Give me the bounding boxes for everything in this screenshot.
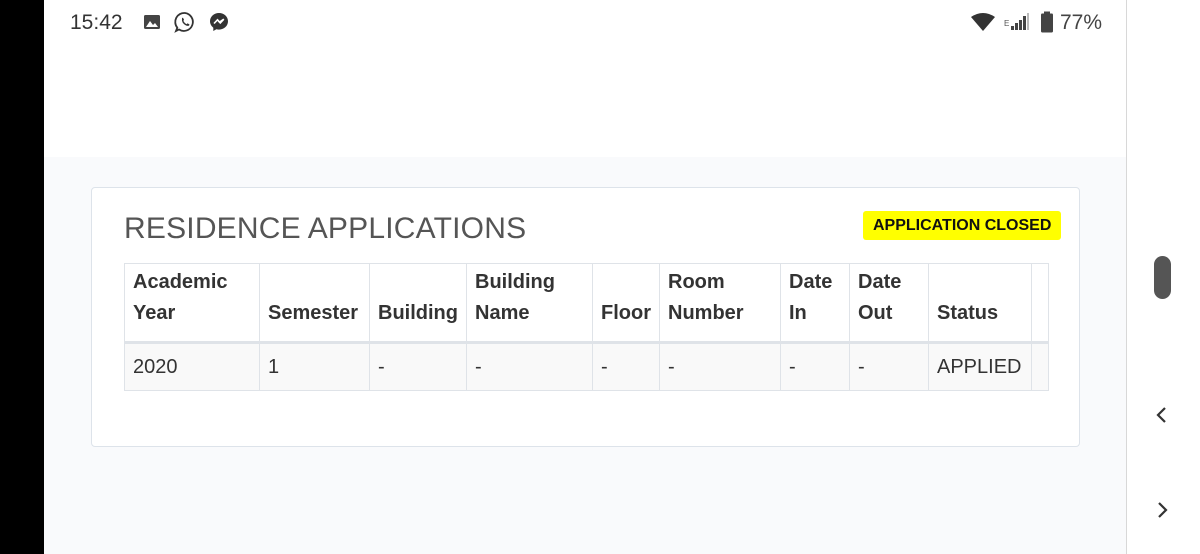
table-row: 2020 1 - - - - - - APPLIED xyxy=(124,342,1049,391)
column-header-building-name[interactable]: Building Name xyxy=(466,263,593,343)
cell-semester: 1 xyxy=(259,342,370,391)
card-title: RESIDENCE APPLICATIONS xyxy=(124,212,527,245)
cell-building: - xyxy=(369,342,467,391)
application-status-badge: APPLICATION CLOSED xyxy=(863,211,1062,240)
cell-extra xyxy=(1031,342,1049,391)
cell-status: APPLIED xyxy=(928,342,1032,391)
table-header-row: Academic Year Semester Building Building… xyxy=(124,263,1049,343)
residence-applications-card: RESIDENCE APPLICATIONS APPLICATION CLOSE… xyxy=(91,187,1080,447)
messenger-icon xyxy=(210,13,228,31)
cell-date-in: - xyxy=(780,342,850,391)
column-header-status[interactable]: Status xyxy=(928,263,1032,343)
clock: 15:42 xyxy=(70,11,123,34)
column-header-date-out[interactable]: Date Out xyxy=(849,263,929,343)
forward-chevron-icon[interactable] xyxy=(1150,498,1174,522)
battery-icon xyxy=(1041,11,1053,33)
column-header-building[interactable]: Building xyxy=(369,263,467,343)
image-icon xyxy=(144,15,160,29)
cell-floor: - xyxy=(592,342,660,391)
column-header-academic-year[interactable]: Academic Year xyxy=(124,263,260,343)
column-header-extra xyxy=(1031,263,1049,343)
wifi-icon xyxy=(971,13,995,31)
applications-table: Academic Year Semester Building Building… xyxy=(124,263,1049,391)
cell-academic-year: 2020 xyxy=(124,342,260,391)
left-black-bar xyxy=(0,0,44,554)
signal-icon: E xyxy=(1004,13,1029,30)
status-bar: 15:42 E 77% xyxy=(44,0,1126,46)
column-header-semester[interactable]: Semester xyxy=(259,263,370,343)
back-chevron-icon[interactable] xyxy=(1150,403,1174,427)
cell-building-name: - xyxy=(466,342,593,391)
cell-date-out: - xyxy=(849,342,929,391)
scroll-handle[interactable] xyxy=(1154,256,1171,299)
battery-percentage: 77% xyxy=(1060,11,1103,34)
whatsapp-icon xyxy=(174,12,194,33)
cell-room-number: - xyxy=(659,342,781,391)
column-header-date-in[interactable]: Date In xyxy=(780,263,850,343)
svg-text:E: E xyxy=(1004,19,1009,28)
column-header-room-number[interactable]: Room Number xyxy=(659,263,781,343)
column-header-floor[interactable]: Floor xyxy=(592,263,660,343)
